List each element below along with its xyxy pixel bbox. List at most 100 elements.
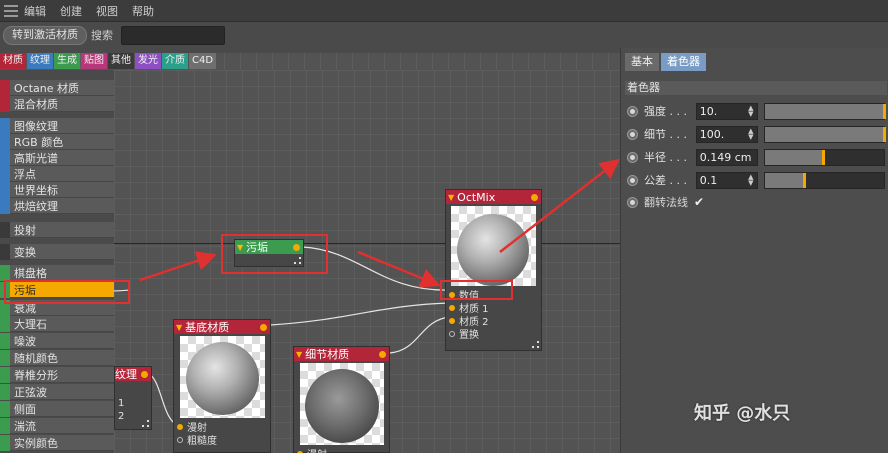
output-port-icon[interactable] [531, 194, 538, 201]
menu-icon[interactable] [4, 4, 18, 17]
resize-handle-icon[interactable] [532, 341, 539, 348]
port-diffuse[interactable]: 漫射 [294, 447, 389, 453]
input-port-icon[interactable] [177, 423, 183, 430]
canvas-divider [114, 243, 620, 244]
highlight-box-dirt-node [221, 234, 328, 274]
go-to-active-material-button[interactable]: 转到激活材质 [3, 25, 87, 45]
menu-help[interactable]: 帮助 [132, 3, 154, 19]
category-c4d[interactable]: C4D [189, 53, 217, 69]
node-base-header[interactable]: ▼ 基底材质 [174, 320, 270, 334]
slider-handle[interactable] [802, 172, 806, 188]
detail-field[interactable]: 100. ▲ ▼ [695, 125, 758, 143]
animate-radio-icon[interactable] [627, 105, 638, 117]
list-item-marble[interactable]: 大理石 [0, 315, 114, 332]
list-item-rgb-color[interactable]: RGB 颜色 [0, 133, 114, 150]
input-port-icon[interactable] [449, 317, 455, 324]
input-port-icon[interactable] [449, 330, 455, 337]
category-material[interactable]: 材质 [0, 53, 26, 69]
category-emission[interactable]: 发光 [135, 53, 161, 69]
output-port-icon[interactable] [141, 371, 148, 378]
collapse-triangle-icon[interactable]: ▼ [296, 350, 302, 359]
base-preview [180, 336, 265, 418]
input-port-icon[interactable] [177, 436, 183, 443]
node-base-material[interactable]: ▼ 基底材质 漫射 粗糙度 [173, 319, 271, 453]
param-label: 公差 . . . [643, 174, 687, 187]
collapse-triangle-icon[interactable]: ▼ [448, 193, 454, 202]
port-displacement[interactable]: 置换 [446, 327, 541, 341]
tab-basic[interactable]: 基本 [625, 53, 659, 71]
animate-radio-icon[interactable] [627, 196, 638, 208]
param-row-radius: 半径 . . . 0.149 cm [627, 147, 886, 167]
animate-radio-icon[interactable] [627, 128, 638, 140]
search-label: 搜索 [91, 29, 113, 42]
list-item-world-coord[interactable]: 世界坐标 [0, 181, 114, 198]
category-bar: 材质 纹理 生成 贴图 其他 发光 介质 C4D [0, 53, 217, 69]
input-port-icon[interactable] [449, 304, 455, 311]
output-port-icon[interactable] [379, 351, 386, 358]
toolbar: 转到激活材质 搜索 [0, 22, 620, 48]
node-octmix-header[interactable]: ▼ OctMix [446, 190, 541, 204]
tab-shader[interactable]: 着色器 [661, 53, 706, 71]
resize-handle-icon[interactable] [142, 420, 149, 427]
menu-view[interactable]: 视图 [96, 3, 118, 19]
node-detail-material[interactable]: ▼ 细节材质 漫射 [293, 346, 390, 453]
list-item-side[interactable]: 侧面 [0, 400, 114, 417]
category-medium[interactable]: 介质 [162, 53, 188, 69]
list-item-baking-texture[interactable]: 烘焙纹理 [0, 197, 114, 214]
list-item-checker[interactable]: 棋盘格 [0, 264, 114, 281]
list-item-instance-color[interactable]: 实例颜色 [0, 434, 114, 451]
param-label: 强度 . . . [643, 105, 687, 118]
search-input[interactable] [121, 25, 225, 45]
detail-slider[interactable] [763, 125, 886, 143]
menu-edit[interactable]: 编辑 [24, 3, 46, 19]
collapse-triangle-icon[interactable]: ▼ [176, 323, 182, 332]
node-texture[interactable]: 纹理 1 2 [114, 366, 152, 430]
node-detail-header[interactable]: ▼ 细节材质 [294, 347, 389, 361]
list-item-gaussian-spectrum[interactable]: 高斯光谱 [0, 149, 114, 166]
category-texture[interactable]: 纹理 [27, 53, 53, 69]
list-item-mix-material[interactable]: 混合材质 [0, 95, 114, 112]
list-item-float[interactable]: 浮点 [0, 165, 114, 182]
watermark: 知乎 @水只 [694, 403, 791, 424]
category-map[interactable]: 贴图 [81, 53, 107, 69]
slider-handle[interactable] [882, 103, 886, 119]
menu-create[interactable]: 创建 [60, 3, 82, 19]
output-port-icon[interactable] [260, 324, 267, 331]
invert-normal-checkbox[interactable]: ✔ [694, 195, 704, 209]
material-sphere [186, 342, 259, 415]
list-item-sine-wave[interactable]: 正弦波 [0, 383, 114, 400]
category-generate[interactable]: 生成 [54, 53, 80, 69]
node-octmix[interactable]: ▼ OctMix 数值 材质 1 材质 2 置换 [445, 189, 542, 351]
strength-slider[interactable] [763, 102, 886, 120]
port-roughness[interactable]: 粗糙度 [174, 433, 270, 447]
animate-radio-icon[interactable] [627, 174, 638, 186]
list-item-image-texture[interactable]: 图像纹理 [0, 117, 114, 134]
material-sphere [305, 369, 379, 443]
list-item-ridged-fractal[interactable]: 脊椎分形 [0, 366, 114, 383]
radius-field[interactable]: 0.149 cm [695, 148, 758, 166]
node-texture-title: 纹理 [115, 368, 137, 381]
list-item-turbulence[interactable]: 湍流 [0, 417, 114, 434]
param-label: 细节 . . . [643, 128, 687, 141]
list-item-noise[interactable]: 噪波 [0, 332, 114, 349]
category-other[interactable]: 其他 [108, 53, 134, 69]
strength-field[interactable]: 10. ▲ ▼ [695, 102, 758, 120]
tolerance-field[interactable]: 0.1 ▲ ▼ [695, 171, 758, 189]
spinner-icon[interactable]: ▲ ▼ [748, 127, 753, 140]
slider-handle[interactable] [821, 149, 825, 165]
param-row-strength: 强度 . . . 10. ▲ ▼ [627, 101, 886, 121]
node-texture-header[interactable]: 纹理 [115, 367, 151, 381]
invert-normal-label: 翻转法线 [644, 196, 688, 209]
param-row-invert-normal: 翻转法线 ✔ [627, 192, 885, 212]
radius-slider[interactable] [763, 148, 886, 166]
list-item-transform[interactable]: 变换 [0, 243, 114, 260]
list-item-projection[interactable]: 投射 [0, 221, 114, 238]
tolerance-slider[interactable] [763, 171, 886, 189]
port-1[interactable]: 1 [115, 397, 151, 410]
list-item-octane-material[interactable]: Octane 材质 [0, 79, 114, 96]
spinner-icon[interactable]: ▲ ▼ [748, 104, 753, 117]
list-item-random-color[interactable]: 随机颜色 [0, 349, 114, 366]
spinner-icon[interactable]: ▲ ▼ [748, 173, 753, 186]
slider-handle[interactable] [882, 126, 886, 142]
animate-radio-icon[interactable] [627, 151, 638, 163]
